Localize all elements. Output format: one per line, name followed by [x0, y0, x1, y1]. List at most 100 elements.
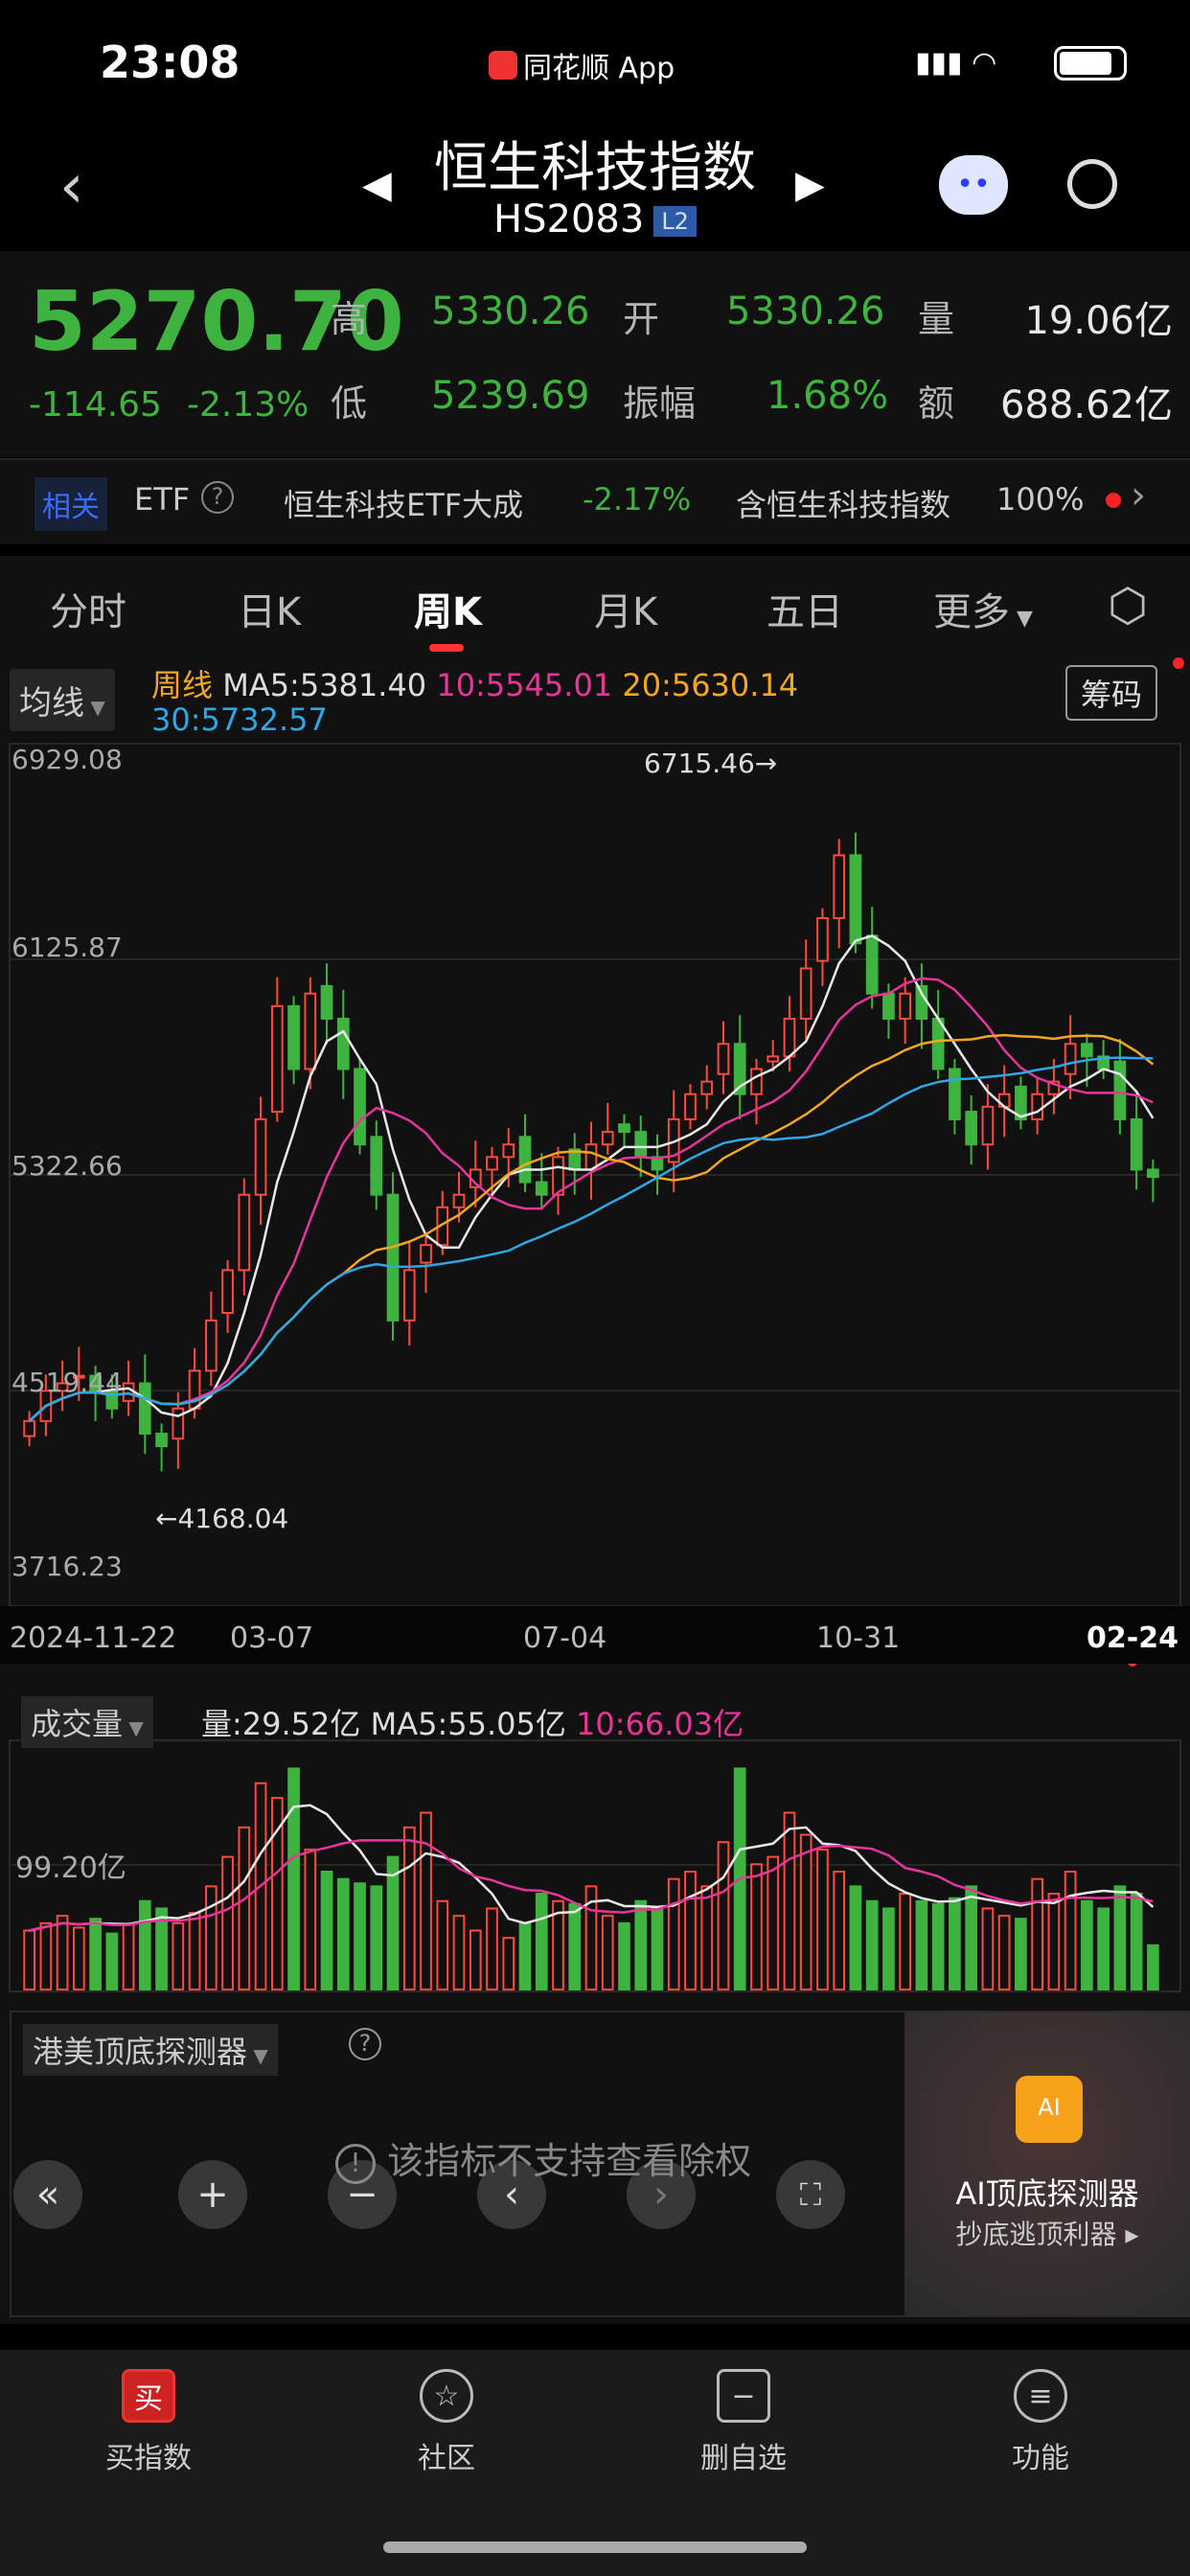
functions-button[interactable]: ≡ 功能 [945, 2369, 1136, 2476]
price-change-pct: -2.13% [187, 385, 309, 425]
candle [1031, 1092, 1043, 1120]
etf-name: 恒生科技ETF大成 [284, 487, 524, 523]
candle [849, 854, 862, 945]
volume-bar [816, 1848, 829, 1990]
period-tabs: 分时 日K 周K 月K 五日 更多 ▼ ⬡ [0, 556, 1190, 652]
volume-bar [122, 1923, 135, 1990]
volume-bar [1147, 1944, 1159, 1990]
volume-bar [354, 1882, 366, 1991]
app-icon [489, 51, 517, 80]
volume-bar [320, 1871, 333, 1990]
page-title: 恒生科技指数 [434, 137, 756, 199]
buy-icon: 买 [122, 2369, 175, 2423]
tab-monthly-k[interactable]: 月K [594, 581, 657, 636]
candle [684, 1092, 697, 1120]
volume-ma5: MA5:55.05亿 [370, 1706, 566, 1742]
back-to-app[interactable]: 同花顺 App [489, 44, 675, 86]
ai-title: AI顶底探测器 [955, 2175, 1139, 2212]
l2-badge: L2 [653, 206, 697, 237]
help-icon[interactable]: ? [201, 481, 234, 514]
related-tag: 相关 [34, 477, 107, 531]
tab-daily-k[interactable]: 日K [238, 581, 301, 636]
robot-assistant-icon[interactable]: •• [939, 155, 1008, 215]
volume-bar [949, 1897, 961, 1991]
volume-bar [73, 1926, 85, 1991]
candle [420, 1244, 432, 1264]
candle [717, 1043, 730, 1075]
community-icon: ☆ [420, 2369, 473, 2423]
nav-bar: ‹ ◀ 恒生科技指数 HS2083 L2 ▶ •• [0, 125, 1190, 249]
stock-code: HS2083 L2 [0, 197, 1190, 242]
volume-bar [651, 1907, 664, 1990]
candle [238, 1193, 251, 1272]
volume-bar [139, 1899, 151, 1990]
x-tick: 03-07 [230, 1622, 314, 1655]
community-button[interactable]: ☆ 社区 [351, 2369, 542, 2476]
ma10-line [28, 977, 1154, 1422]
x-tick: 10-31 [816, 1622, 901, 1655]
volume-bar [849, 1885, 862, 1990]
volume-bar [799, 1833, 812, 1990]
candle [535, 1181, 548, 1196]
next-stock-icon[interactable]: ▶ [795, 163, 825, 207]
candle [402, 1269, 416, 1322]
tab-intraday[interactable]: 分时 [50, 581, 126, 636]
settings-hexagon-icon[interactable]: ⬡ [1108, 579, 1148, 632]
volume-bar [865, 1899, 879, 1990]
candle [1113, 1060, 1127, 1120]
candle [949, 1068, 961, 1120]
community-label: 社区 [418, 2442, 475, 2475]
volume-bar [452, 1915, 466, 1990]
etf-label: ETF [134, 481, 191, 518]
volume-bar [402, 1826, 416, 1990]
price-change: -114.65 [29, 385, 162, 425]
volume-bar [1015, 1918, 1027, 1990]
etf-ratio: 100% [996, 481, 1085, 518]
volume-bar [23, 1929, 35, 1990]
search-icon[interactable] [1067, 159, 1117, 209]
candle [155, 1432, 168, 1448]
y-tick: 6929.08 [11, 744, 123, 775]
remove-watchlist-button[interactable]: − 删自选 [648, 2369, 839, 2476]
unsupported-notice: ! 该指标不支持查看除权 [335, 2131, 751, 2184]
volume-label: 量 [918, 298, 955, 340]
volume-bar [188, 1912, 201, 1991]
indicator-select[interactable]: 港美顶底探测器 ▼ [23, 2024, 278, 2076]
volume-select[interactable]: 成交量 ▼ [21, 1696, 153, 1748]
high-label: 高 [331, 298, 368, 340]
related-etf-row[interactable]: 相关 ETF ? 恒生科技ETF大成 -2.17% 含恒生科技指数 100% › [0, 458, 1190, 544]
remove-label: 删自选 [700, 2442, 787, 2475]
volume-bar [700, 1885, 714, 1990]
dropdown-icon: ▼ [247, 2044, 268, 2067]
volume-bar [420, 1811, 432, 1990]
volume-bar [1047, 1893, 1061, 1990]
functions-label: 功能 [1012, 2442, 1069, 2475]
buy-index-button[interactable]: 买买指数 [53, 2369, 244, 2476]
amplitude-label: 振幅 [623, 382, 697, 425]
candle [700, 1080, 714, 1095]
tab-five-day[interactable]: 五日 [767, 581, 843, 636]
notice-text: 该指标不支持查看除权 [387, 2140, 752, 2182]
volume-bar [204, 1885, 217, 1990]
tab-weekly-k[interactable]: 周K [414, 581, 482, 636]
volume-bar [931, 1902, 945, 1990]
dropdown-icon: ▼ [1010, 607, 1033, 631]
volume-bar [783, 1811, 796, 1990]
tab-more[interactable]: 更多 ▼ [933, 581, 1033, 636]
candle [270, 1004, 284, 1114]
volume-bar [899, 1893, 912, 1990]
candle [618, 1123, 630, 1134]
ai-detector-card[interactable]: AI AI顶底探测器 抄底逃顶利器 ▸ [904, 2012, 1190, 2315]
volume-bar [717, 1841, 730, 1990]
volume-bar [981, 1907, 995, 1990]
chevron-right-icon: › [1131, 473, 1146, 518]
help-icon[interactable]: ? [349, 2028, 381, 2060]
candle [965, 1111, 978, 1146]
candle [254, 1117, 267, 1196]
candle [799, 967, 812, 1021]
volume-bar [386, 1855, 400, 1990]
candle [502, 1143, 515, 1159]
candle [767, 1055, 780, 1063]
volume-ma10: 10:66.03亿 [576, 1706, 744, 1742]
amount-label: 额 [918, 382, 955, 425]
